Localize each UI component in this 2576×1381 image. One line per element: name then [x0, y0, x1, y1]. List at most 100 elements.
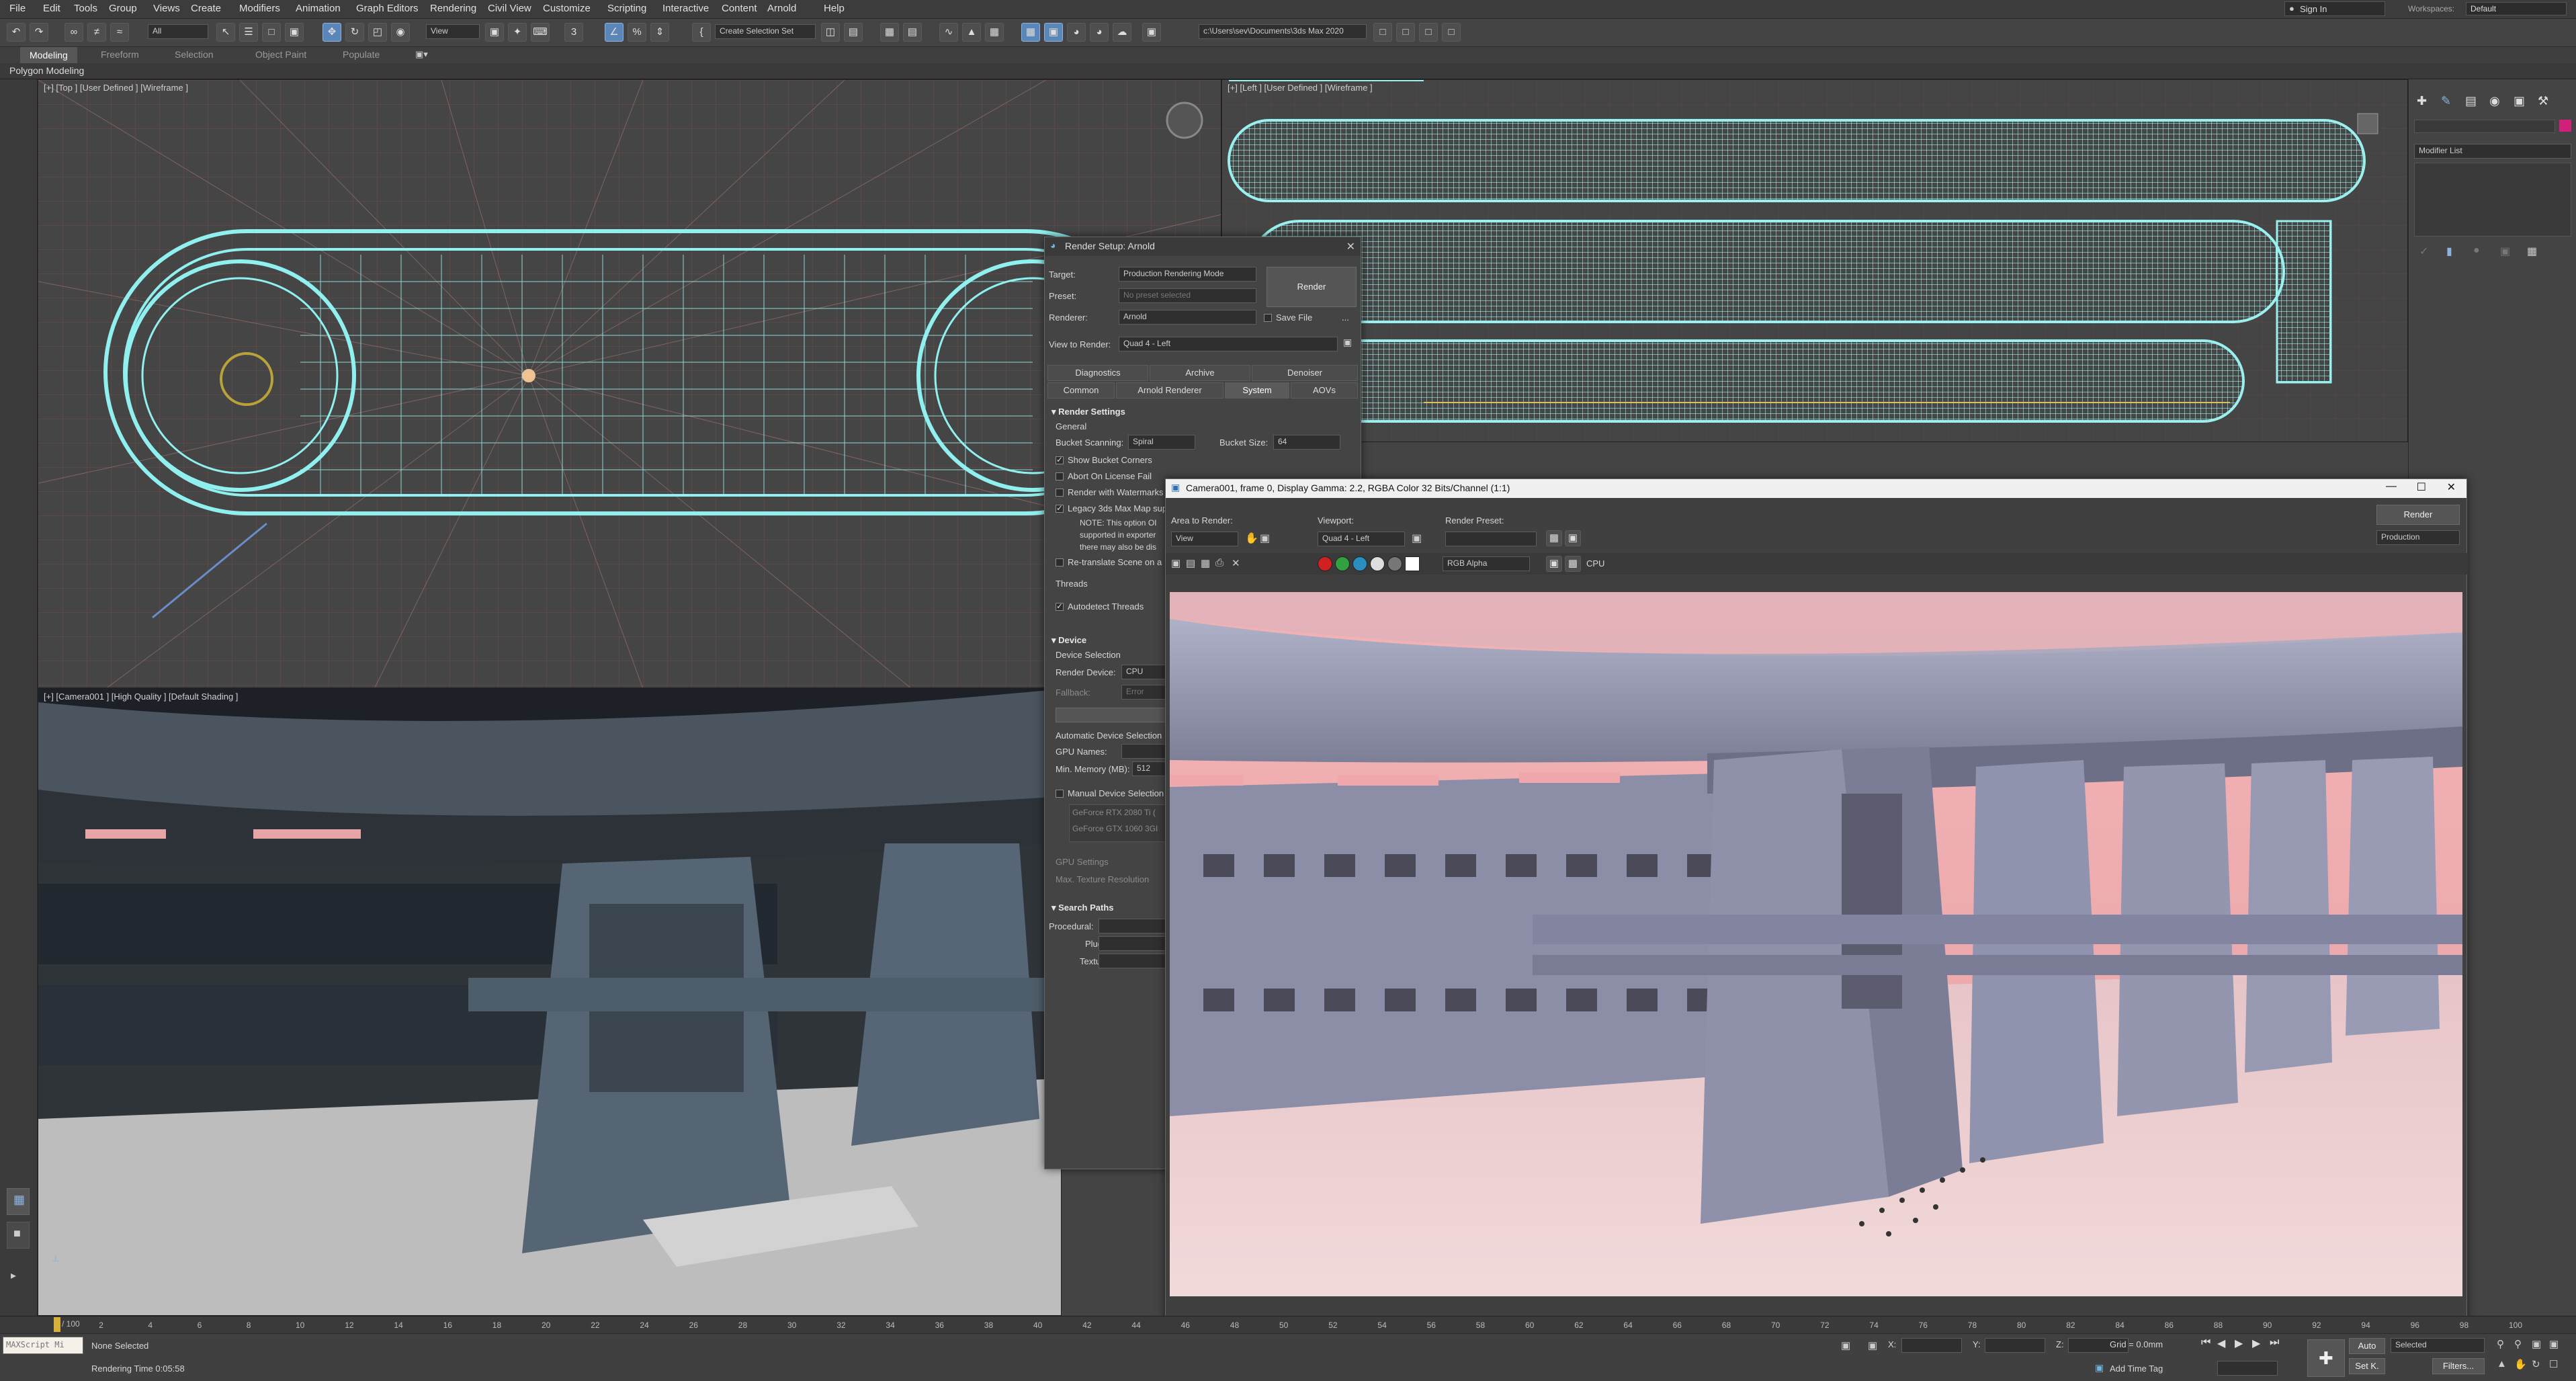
watermarks-checkbox[interactable]: [1056, 489, 1064, 497]
manual-device-checkbox[interactable]: [1056, 790, 1064, 798]
modify-icon[interactable]: ✎: [2441, 94, 2451, 108]
viewport-top-label[interactable]: [+] [Top ] [User Defined ] [Wireframe ]: [44, 83, 188, 93]
spinner-snap-button[interactable]: ⇕: [650, 23, 669, 42]
menu-graph-editors[interactable]: Graph Editors: [356, 3, 419, 14]
selection-filter-dropdown[interactable]: All: [148, 24, 208, 39]
menu-arnold[interactable]: Arnold: [767, 3, 796, 14]
ribbon-options-icon[interactable]: ▣▾: [415, 49, 428, 60]
layer-explorer-button[interactable]: ▤: [903, 23, 922, 42]
pin-stack-icon[interactable]: ✓: [2419, 245, 2428, 258]
selection-lock-icon[interactable]: ▣: [1868, 1339, 1877, 1351]
select-object-button[interactable]: ↖: [216, 23, 235, 42]
schematic-view-button[interactable]: ▲: [962, 23, 981, 42]
frame-window-titlebar[interactable]: ▣ Camera001, frame 0, Display Gamma: 2.2…: [1166, 479, 2466, 498]
viewport-camera[interactable]: [+] [Camera001 ] [High Quality ] [Defaul…: [38, 688, 1062, 1316]
y-coord-field[interactable]: [1985, 1338, 2045, 1353]
menu-modifiers[interactable]: Modifiers: [239, 3, 280, 14]
menu-animation[interactable]: Animation: [296, 3, 341, 14]
rotate-button[interactable]: ↻: [345, 23, 364, 42]
set-key-mode-button[interactable]: Set K.: [2349, 1358, 2385, 1374]
set-key-button[interactable]: ✚: [2307, 1339, 2345, 1377]
auto-key-button[interactable]: Auto: [2349, 1338, 2385, 1354]
reference-coordinate-dropdown[interactable]: View: [426, 24, 480, 39]
viewport-dropdown[interactable]: Quad 4 - Left: [1318, 532, 1405, 546]
play-icon[interactable]: ▶: [2235, 1337, 2243, 1350]
display-icon[interactable]: ▣: [2514, 94, 2525, 108]
device-header[interactable]: ▾ Device: [1051, 635, 1086, 646]
render-cloud-button[interactable]: ☁: [1113, 23, 1131, 42]
maximize-icon[interactable]: ☐: [2417, 480, 2426, 494]
ribbon-tab-modeling[interactable]: Modeling: [20, 47, 77, 63]
viewport-camera-label[interactable]: [+] [Camera001 ] [High Quality ] [Defaul…: [44, 692, 238, 702]
zoom-all-icon[interactable]: ⚲: [2514, 1338, 2522, 1350]
render-preset-dropdown[interactable]: [1445, 532, 1537, 546]
region-crop-icon[interactable]: ▣: [1260, 532, 1270, 545]
unlink-button[interactable]: ≠: [87, 23, 106, 42]
ribbon-tab-populate[interactable]: Populate: [343, 49, 380, 60]
curve-editor-button[interactable]: ∿: [939, 23, 958, 42]
blue-channel-toggle[interactable]: [1353, 556, 1367, 571]
key-filter-dropdown[interactable]: Selected: [2391, 1338, 2485, 1353]
menu-scripting[interactable]: Scripting: [607, 3, 646, 14]
object-color-swatch[interactable]: [2559, 120, 2571, 132]
tab-aovs[interactable]: AOVs: [1291, 382, 1358, 399]
bucket-size-spinner[interactable]: 64: [1273, 435, 1340, 450]
window-crossing-button[interactable]: ▣: [285, 23, 304, 42]
area-to-render-dropdown[interactable]: View: [1171, 532, 1238, 546]
scene-explorer-button[interactable]: ▦: [880, 23, 899, 42]
show-bucket-corners-checkbox[interactable]: [1056, 455, 1064, 464]
object-name-field[interactable]: [2414, 120, 2555, 133]
region-edit-icon[interactable]: ✋: [1245, 532, 1258, 545]
project-path-field[interactable]: c:\Users\sev\Documents\3ds Max 2020: [1199, 24, 1367, 39]
retranslate-checkbox[interactable]: [1056, 558, 1064, 567]
copy-image-icon[interactable]: ▤: [1186, 557, 1195, 569]
gpu-list-item[interactable]: GeForce RTX 2080 Ti (: [1072, 808, 1156, 817]
go-to-end-icon[interactable]: ⏭: [2270, 1337, 2279, 1349]
key-filters-button[interactable]: Filters...: [2432, 1358, 2485, 1374]
pan-icon[interactable]: ✋: [2514, 1358, 2527, 1370]
place-button[interactable]: ◉: [391, 23, 410, 42]
preset-dropdown[interactable]: No preset selected: [1119, 288, 1256, 303]
select-manipulate-button[interactable]: ✦: [508, 23, 527, 42]
production-dropdown[interactable]: Production: [2376, 530, 2460, 545]
menu-tools[interactable]: Tools: [74, 3, 97, 14]
clone-window-icon[interactable]: ▦: [1201, 557, 1210, 569]
pivot-button[interactable]: ▣: [485, 23, 504, 42]
utilities-icon[interactable]: ⚒: [2538, 94, 2548, 108]
current-frame-field[interactable]: [2217, 1361, 2278, 1376]
menu-content[interactable]: Content: [722, 3, 757, 14]
menu-rendering[interactable]: Rendering: [430, 3, 476, 14]
remove-modifier-icon[interactable]: ▣: [2500, 245, 2510, 258]
menu-edit[interactable]: Edit: [43, 3, 60, 14]
tab-archive[interactable]: Archive: [1150, 365, 1250, 381]
zoom-extents-icon[interactable]: ▣: [2532, 1338, 2541, 1350]
create-selection-set-dropdown[interactable]: Create Selection Set: [715, 24, 816, 39]
time-slider[interactable]: 0 / 100 2 4 6 8 10 12 14 16 18 20 22 24 26 28 30 32 34 36…: [0, 1316, 2576, 1333]
tab-common[interactable]: Common: [1047, 382, 1115, 399]
undo-button[interactable]: ↶: [7, 23, 26, 42]
project-folder-button[interactable]: □: [1373, 23, 1392, 42]
modifier-stack[interactable]: [2414, 163, 2571, 237]
orbit-icon[interactable]: ↻: [2532, 1358, 2540, 1370]
environment-button[interactable]: ▣: [1142, 23, 1161, 42]
abort-license-checkbox[interactable]: [1056, 472, 1064, 480]
align-button[interactable]: ▤: [844, 23, 863, 42]
percent-snap-button[interactable]: %: [628, 23, 646, 42]
menu-views[interactable]: Views: [153, 3, 180, 14]
expand-layout-icon[interactable]: ▸: [11, 1269, 26, 1284]
hierarchy-icon[interactable]: ▤: [2465, 94, 2477, 108]
angle-snap-button[interactable]: ∠: [605, 23, 624, 42]
open-file-button[interactable]: □: [1396, 23, 1415, 42]
close-icon[interactable]: ✕: [1346, 240, 1355, 253]
material-editor-button[interactable]: ▦: [985, 23, 1004, 42]
tab-system[interactable]: System: [1225, 382, 1289, 399]
frame-render-button[interactable]: Render: [2376, 505, 2460, 525]
alpha-channel-toggle[interactable]: [1370, 556, 1385, 571]
display-correction-button[interactable]: ▣: [1546, 556, 1562, 572]
lock-viewport-icon[interactable]: ▣: [1412, 532, 1422, 545]
maximize-viewport-icon[interactable]: ☐: [2549, 1358, 2558, 1370]
create-icon[interactable]: ✚: [2417, 94, 2427, 108]
viewport-left-label[interactable]: [+] [Left ] [User Defined ] [Wireframe ]: [1228, 83, 1373, 93]
bucket-scanning-dropdown[interactable]: Spiral: [1128, 435, 1195, 450]
save-image-icon[interactable]: ▣: [1171, 557, 1180, 569]
